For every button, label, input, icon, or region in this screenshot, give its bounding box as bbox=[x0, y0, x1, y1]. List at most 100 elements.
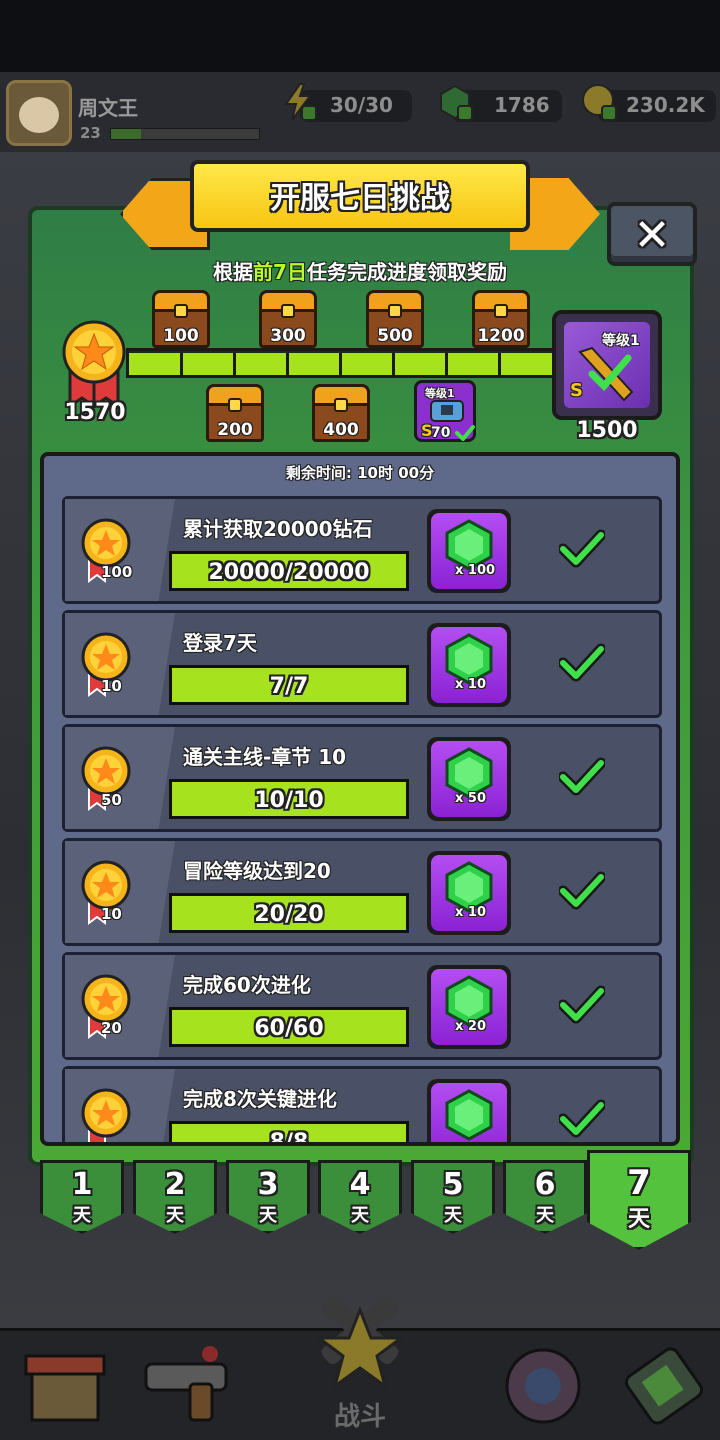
task-name: 完成60次进化 bbox=[183, 973, 311, 997]
check-icon bbox=[559, 985, 605, 1024]
final-reward-grade: S bbox=[570, 380, 583, 401]
player-level: 23 bbox=[80, 124, 101, 142]
milestone-reward-item[interactable]: 等级1 S 70 bbox=[414, 380, 476, 442]
reward-quantity: x 50 bbox=[455, 791, 487, 806]
coin-value: 230.2K bbox=[626, 93, 705, 117]
task-row[interactable]: 20 完成60次进化 60/60 x 20 bbox=[62, 952, 662, 1060]
task-reward[interactable]: x 50 bbox=[427, 737, 511, 821]
lightning-icon bbox=[284, 83, 317, 121]
chest-lock bbox=[281, 304, 295, 318]
evolution-icon[interactable] bbox=[610, 1340, 720, 1430]
shop-icon[interactable] bbox=[10, 1340, 120, 1430]
level-progress-bar bbox=[110, 128, 260, 140]
milestone-chest[interactable]: 100 bbox=[152, 290, 210, 348]
task-progress-text: 8/8 bbox=[269, 1130, 309, 1146]
task-progress-text: 60/60 bbox=[254, 1016, 324, 1041]
armor-icon bbox=[430, 400, 464, 422]
reward-quantity: x 10 bbox=[455, 677, 487, 692]
time-remaining: 剩余时间: 10时 00分 bbox=[285, 464, 435, 482]
energy-value: 30/30 bbox=[330, 93, 393, 117]
task-progress-text: 10/10 bbox=[254, 788, 324, 813]
battle-label: 战斗 bbox=[333, 1402, 386, 1432]
track-segment bbox=[129, 353, 183, 375]
task-reward[interactable]: x 100 bbox=[427, 509, 511, 593]
chest-label: 100 bbox=[163, 326, 199, 346]
track-segment bbox=[501, 353, 553, 375]
day-number: 7 bbox=[627, 1163, 651, 1203]
milestone-chest[interactable]: 400 bbox=[312, 384, 370, 442]
milestone-progress-bar bbox=[126, 348, 556, 378]
milestone-chest[interactable]: 200 bbox=[206, 384, 264, 442]
task-progress-bar: 8/8 bbox=[169, 1121, 409, 1146]
task-progress-text: 7/7 bbox=[269, 674, 309, 699]
task-reward[interactable]: x 20 bbox=[427, 965, 511, 1049]
chest-lock bbox=[494, 304, 508, 318]
milestone-chest[interactable]: 1200 bbox=[472, 290, 530, 348]
subtitle-suffix: 任务完成进度领取奖励 bbox=[306, 260, 507, 284]
task-row[interactable]: 50 通关主线-章节 10 10/10 x 50 bbox=[62, 724, 662, 832]
task-row[interactable]: 100 累计获取20000钻石 20000/20000 x 100 bbox=[62, 496, 662, 604]
task-points: 100 bbox=[101, 563, 133, 581]
task-progress-text: 20000/20000 bbox=[208, 560, 370, 585]
chest-label: 300 bbox=[270, 326, 306, 346]
task-row[interactable]: 10 冒险等级达到20 20/20 x 10 bbox=[62, 838, 662, 946]
task-progress-text: 20/20 bbox=[254, 902, 324, 927]
reward-quantity: x 20 bbox=[455, 1019, 487, 1034]
day-number: 5 bbox=[442, 1167, 464, 1202]
task-list[interactable]: 剩余时间: 10时 00分 100 累计获取20000钻石 20000/20000 x… bbox=[40, 452, 680, 1146]
task-progress-bar: 20000/20000 bbox=[169, 551, 409, 591]
day-unit: 天 bbox=[627, 1207, 650, 1232]
reward-quantity: x 10 bbox=[455, 905, 487, 920]
level-progress-fill bbox=[111, 129, 141, 139]
check-icon bbox=[559, 643, 605, 682]
track-segment bbox=[289, 353, 342, 375]
task-row[interactable]: 10 登录7天 7/7 x 10 bbox=[62, 610, 662, 718]
battle-icon[interactable] bbox=[305, 1290, 415, 1400]
event-title: 开服七日挑战 bbox=[270, 181, 450, 216]
final-reward-value: 1500 bbox=[576, 418, 638, 443]
day-number: 3 bbox=[257, 1167, 279, 1202]
track-segment bbox=[183, 353, 236, 375]
check-icon bbox=[559, 871, 605, 910]
subtitle-highlight: 前7日 bbox=[253, 260, 307, 284]
gem-icon bbox=[445, 1089, 493, 1141]
task-points: 10 bbox=[101, 677, 122, 695]
task-name: 累计获取20000钻石 bbox=[183, 517, 373, 541]
task-reward[interactable]: x 10 bbox=[427, 851, 511, 935]
task-points: 50 bbox=[101, 791, 122, 809]
day-number: 2 bbox=[164, 1167, 186, 1202]
day-number: 4 bbox=[349, 1167, 371, 1202]
day-number: 1 bbox=[71, 1167, 93, 1202]
check-icon bbox=[559, 757, 605, 796]
chest-label: 400 bbox=[323, 420, 359, 440]
task-name: 通关主线-章节 10 bbox=[183, 745, 347, 769]
talent-icon[interactable] bbox=[488, 1340, 598, 1430]
milestone-chest[interactable]: 500 bbox=[366, 290, 424, 348]
avatar[interactable] bbox=[6, 80, 72, 146]
task-points: 10 bbox=[101, 905, 122, 923]
chest-lock bbox=[174, 304, 188, 318]
track-segment bbox=[236, 353, 289, 375]
close-button[interactable]: ✕ bbox=[607, 202, 697, 266]
chest-lock bbox=[334, 398, 348, 412]
cat-face-icon bbox=[19, 97, 59, 133]
reward-value: 70 bbox=[431, 425, 451, 441]
milestone-chest[interactable]: 300 bbox=[259, 290, 317, 348]
player-name: 周文王 bbox=[78, 96, 138, 120]
coin-icon bbox=[582, 84, 617, 121]
chest-label: 200 bbox=[217, 420, 253, 440]
task-reward[interactable] bbox=[427, 1079, 511, 1142]
track-segment bbox=[342, 353, 395, 375]
check-icon bbox=[559, 1099, 605, 1138]
task-reward[interactable]: x 10 bbox=[427, 623, 511, 707]
final-reward-item[interactable]: 等级1 S bbox=[552, 310, 662, 420]
chest-lock bbox=[388, 304, 402, 318]
reward-quantity: x 100 bbox=[455, 563, 496, 578]
task-name: 冒险等级达到20 bbox=[183, 859, 331, 883]
task-progress-bar: 7/7 bbox=[169, 665, 409, 705]
score-value: 1570 bbox=[64, 400, 126, 425]
task-row[interactable]: 完成8次关键进化 8/8 bbox=[62, 1066, 662, 1146]
check-icon bbox=[559, 529, 605, 568]
medal-icon bbox=[81, 1088, 131, 1142]
weapon-nav-icon[interactable] bbox=[132, 1340, 242, 1430]
